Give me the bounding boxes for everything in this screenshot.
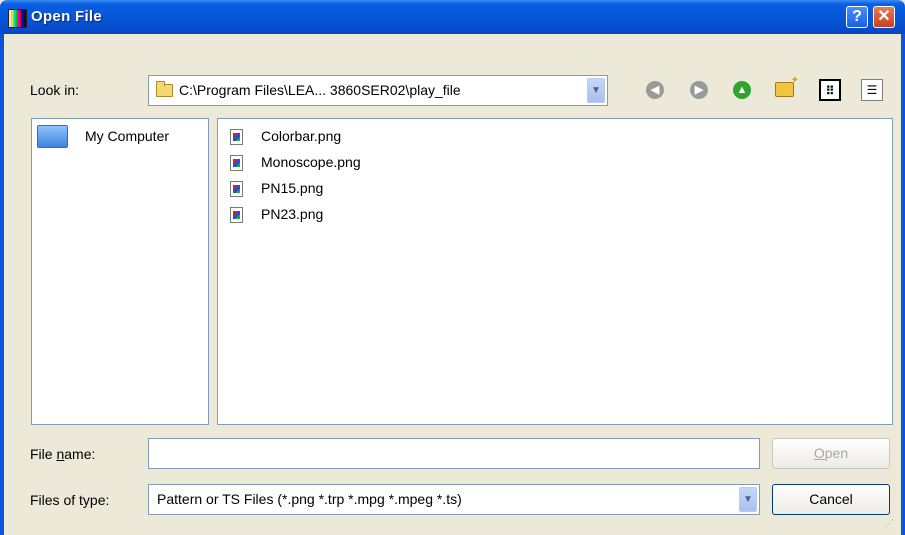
folder-icon [156,81,173,97]
file-item-label: PN15.png [261,180,324,196]
file-item-label: PN23.png [261,206,324,222]
cancel-button[interactable]: Cancel [772,484,890,515]
place-item-label: My Computer [85,128,170,144]
file-item-label: Monoscope.png [261,154,361,170]
file-name-input[interactable] [148,438,760,469]
computer-icon [37,125,68,148]
new-folder-icon[interactable] [775,75,799,97]
png-file-icon [230,129,243,145]
back-icon[interactable]: ◀ [646,81,664,99]
look-in-path: C:\Program Files\LEA... 3860SER02\play_f… [179,82,461,98]
look-in-combobox[interactable]: C:\Program Files\LEA... 3860SER02\play_f… [148,75,608,106]
file-name-label-prefix: File [30,446,57,462]
close-button[interactable]: ✕ [873,6,895,28]
help-button[interactable]: ? [846,6,868,28]
open-button-mnemonic: O [813,445,825,461]
files-of-type-label: Files of type: [30,492,110,508]
places-bar: My Computer [31,118,209,425]
file-name-label: File name: [30,446,95,462]
open-button[interactable]: Open [772,438,890,469]
resize-grip-icon[interactable]: ⋰ [885,516,899,530]
open-button-label: pen [824,445,849,461]
window-title: Open File [31,8,103,25]
window-frame-left [0,34,4,535]
list-view-icon[interactable]: ⠿ [819,79,841,101]
png-file-icon [230,181,243,197]
forward-icon[interactable]: ▶ [690,81,708,99]
title-bar[interactable]: Open File ? ✕ [0,0,905,34]
files-of-type-value: Pattern or TS Files (*.png *.trp *.mpg *… [157,491,462,507]
files-of-type-select[interactable]: Pattern or TS Files (*.png *.trp *.mpg *… [148,484,760,515]
file-name-label-suffix: ame: [64,446,96,462]
window-frame-right [901,34,905,535]
file-item-label: Colorbar.png [261,128,342,144]
png-file-icon [230,155,243,171]
look-in-label: Look in: [30,82,80,98]
file-list[interactable]: Colorbar.png Monoscope.png PN15.png PN23… [217,118,893,425]
chevron-down-icon[interactable]: ▼ [587,78,605,103]
up-folder-icon[interactable]: ▲ [733,81,751,99]
chevron-down-icon[interactable]: ▼ [739,487,757,512]
app-icon [8,9,27,28]
png-file-icon [230,207,243,223]
details-view-icon[interactable]: ☰ [861,79,883,101]
